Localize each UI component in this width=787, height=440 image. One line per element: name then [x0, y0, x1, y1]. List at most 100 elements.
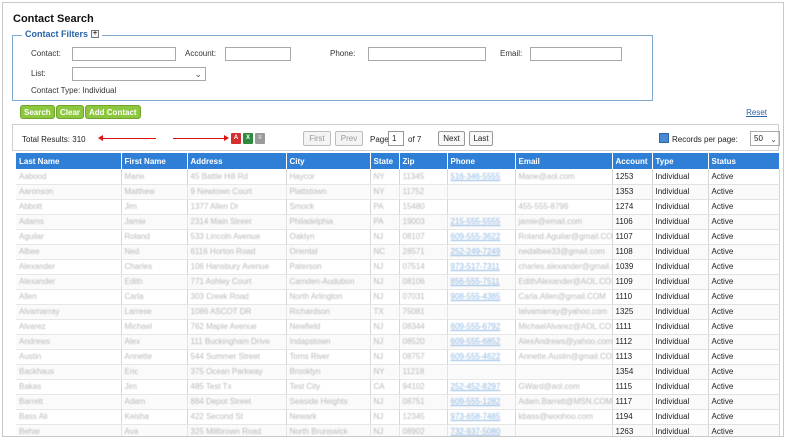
cell-last-name: Alexander — [16, 274, 122, 290]
cell-state: NJ — [370, 409, 400, 425]
prev-page-button[interactable]: Prev — [335, 131, 363, 146]
account-input[interactable] — [225, 47, 291, 61]
table-row[interactable]: Abbott Jim 1377 Allen Dr Smock PA 15480 455-55… — [16, 199, 780, 215]
expand-icon[interactable]: + — [91, 30, 100, 38]
pdf-icon[interactable]: A — [231, 133, 241, 144]
table-row[interactable]: Aabood Marie 45 Battle Hill Rd Haycor NY 1134… — [16, 169, 780, 185]
cell-phone[interactable] — [447, 184, 516, 200]
records-per-page-select[interactable]: 50 ⌄ — [750, 131, 780, 146]
cell-phone[interactable]: 215-555-5555 — [447, 214, 516, 230]
cell-phone[interactable]: 252-452-8297 — [447, 379, 516, 395]
col-status[interactable]: Status — [708, 153, 780, 169]
col-first-name[interactable]: First Name — [121, 153, 188, 169]
cell-city: Philadelphia — [286, 214, 371, 230]
table-row[interactable]: Alexander Edith 771 Ashley Court Camden-Aud… — [16, 274, 780, 290]
cell-phone[interactable]: 732-937-5080 — [447, 424, 516, 436]
reset-link[interactable]: Reset — [746, 108, 767, 117]
cell-email: Carla.Allen@gmail.COM — [515, 289, 613, 305]
table-row[interactable]: Aaronson Matthew 9 Newtown Court Plattstown… — [16, 184, 780, 200]
last-page-button[interactable]: Last — [469, 131, 493, 146]
cell-phone[interactable]: 609-555-4622 — [447, 349, 516, 365]
list-select[interactable]: ⌄ — [72, 67, 206, 81]
clear-button[interactable]: Clear — [56, 105, 85, 119]
cell-account: 1113 — [612, 349, 653, 365]
cell-address: 771 Ashley Court — [187, 274, 287, 290]
col-zip[interactable]: Zip — [399, 153, 448, 169]
next-page-button[interactable]: Next — [438, 131, 465, 146]
cell-phone[interactable]: 609-555-6852 — [447, 334, 516, 350]
cell-address: 375 Ocean Parkway — [187, 364, 287, 380]
col-account[interactable]: Account — [612, 153, 653, 169]
table-row[interactable]: Alexander Charles 106 Hansbury Avenue Pater… — [16, 259, 780, 275]
table-row[interactable]: Alvamarray Larrese 1086 ASCOT DR Richardson… — [16, 304, 780, 320]
search-button[interactable]: Search — [20, 105, 55, 119]
cell-phone[interactable]: 609-555-3622 — [447, 229, 516, 245]
cell-status: Active — [708, 184, 780, 200]
table-row[interactable]: Andrews Alex 111 Buckingham Drive Indapstow… — [16, 334, 780, 350]
col-city[interactable]: City — [286, 153, 371, 169]
email-input[interactable] — [530, 47, 622, 61]
cell-first-name: Jim — [121, 199, 188, 215]
cell-address: 303 Creek Road — [187, 289, 287, 305]
contact-type-text: Contact Type: Individual — [31, 86, 117, 95]
cell-type: Individual — [652, 304, 709, 320]
cell-first-name: Annette — [121, 349, 188, 365]
table-row[interactable]: Behar Ava 325 Millbrown Road North Brunswic… — [16, 424, 780, 436]
cell-phone[interactable] — [447, 199, 516, 215]
cell-phone[interactable]: 856-555-7511 — [447, 274, 516, 290]
cell-address: 106 Hansbury Avenue — [187, 259, 287, 275]
cell-last-name: Andrews — [16, 334, 122, 350]
page-number-input[interactable]: 1 — [388, 131, 404, 146]
cell-phone[interactable]: 609-555-1282 — [447, 394, 516, 410]
col-type[interactable]: Type — [652, 153, 709, 169]
chevron-down-icon: ⌄ — [770, 135, 777, 144]
col-last-name[interactable]: Last Name — [16, 153, 122, 169]
cell-phone[interactable] — [447, 304, 516, 320]
cell-type: Individual — [652, 334, 709, 350]
cell-city: Richardson — [286, 304, 371, 320]
contact-input[interactable] — [72, 47, 176, 61]
cell-phone[interactable]: 908-555-4385 — [447, 289, 516, 305]
contact-search-panel: Contact Search Contact Filters + Contact… — [2, 2, 784, 437]
phone-input[interactable] — [368, 47, 486, 61]
cell-state: NJ — [370, 424, 400, 436]
table-row[interactable]: Backhaus Eric 375 Ocean Parkway Brooklyn NY 1… — [16, 364, 780, 380]
table-row[interactable]: Bass Ali Keisha 422 Second St Newark NJ 12345… — [16, 409, 780, 425]
cell-phone[interactable]: 973-517-7311 — [447, 259, 516, 275]
table-row[interactable]: Adams Jamie 2314 Main Street Philadelphia PA… — [16, 214, 780, 230]
table-row[interactable]: Barrett Adam 884 Depot Street Seaside Heigh… — [16, 394, 780, 410]
table-row[interactable]: Bakas Jim 485 Test Tx Test City CA 94102 252-4… — [16, 379, 780, 395]
first-page-button[interactable]: First — [303, 131, 331, 146]
table-row[interactable]: Alvarez Michael 762 Maple Avenue Newfield NJ… — [16, 319, 780, 335]
cell-status: Active — [708, 364, 780, 380]
cell-last-name: Adams — [16, 214, 122, 230]
cell-email: EdithAlexander@AOL.COM — [515, 274, 613, 290]
cell-state: NY — [370, 364, 400, 380]
add-contact-button[interactable]: Add Contact — [85, 105, 141, 119]
cell-last-name: Abbott — [16, 199, 122, 215]
cell-phone[interactable]: 609-555-6792 — [447, 319, 516, 335]
table-row[interactable]: Allen Carla 303 Creek Road North Arlington N… — [16, 289, 780, 305]
excel-icon[interactable]: X — [243, 133, 253, 144]
col-email[interactable]: Email — [515, 153, 613, 169]
refresh-icon[interactable] — [659, 133, 669, 143]
cell-phone[interactable]: 516-346-5555 — [447, 169, 516, 185]
table-row[interactable]: Austin Annette 544 Summer Street Toms River… — [16, 349, 780, 365]
cell-zip: 08106 — [399, 274, 448, 290]
cell-zip: 08520 — [399, 334, 448, 350]
table-row[interactable]: Albee Ned 6116 Horton Road Oriental NC 28571 2… — [16, 244, 780, 260]
col-phone[interactable]: Phone — [447, 153, 516, 169]
cell-zip: 08751 — [399, 394, 448, 410]
csv-icon[interactable]: ≡ — [255, 133, 265, 144]
col-address[interactable]: Address — [187, 153, 287, 169]
cell-email: MichaelAlvarez@AOL.COM — [515, 319, 613, 335]
cell-status: Active — [708, 379, 780, 395]
table-row[interactable]: Aguilar Roland 533 Lincoln Avenue Oaklyn NJ 0… — [16, 229, 780, 245]
arrow-left-annotation — [98, 135, 156, 141]
cell-state: NJ — [370, 349, 400, 365]
cell-phone[interactable]: 973-658-7485 — [447, 409, 516, 425]
cell-phone[interactable] — [447, 364, 516, 380]
col-state[interactable]: State — [370, 153, 400, 169]
cell-type: Individual — [652, 409, 709, 425]
cell-phone[interactable]: 252-249-7249 — [447, 244, 516, 260]
